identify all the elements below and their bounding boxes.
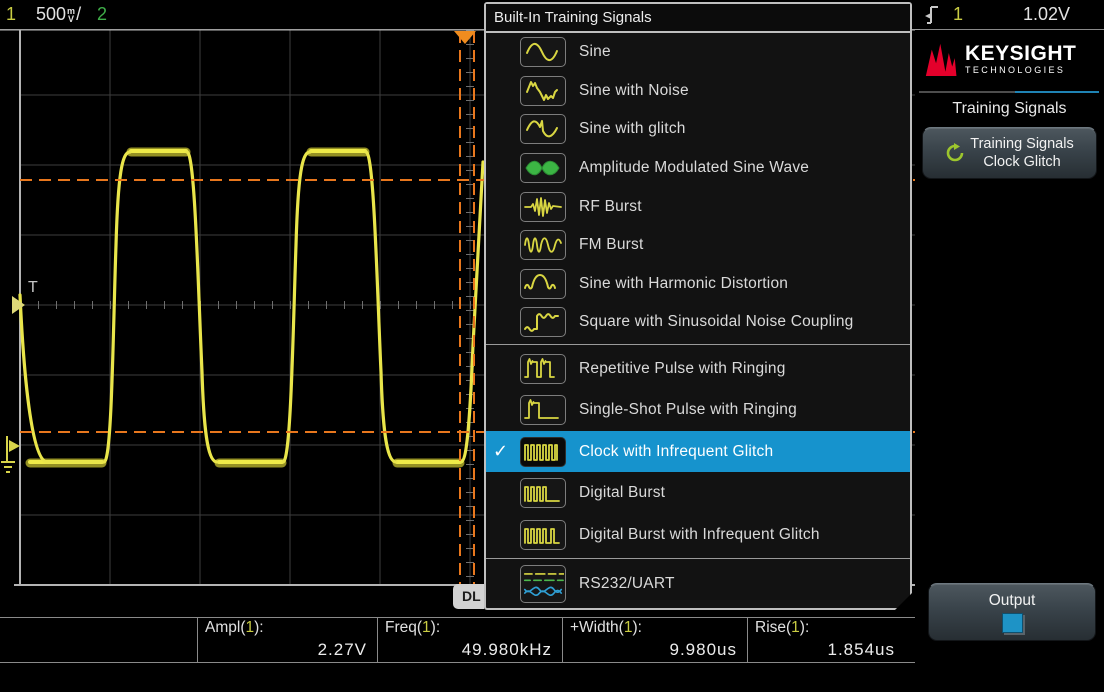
output-toggle-indicator	[1002, 613, 1023, 633]
single-shot-pulse-icon	[520, 395, 566, 425]
trigger-position-marker[interactable]	[454, 31, 476, 44]
square-sine-noise-icon	[520, 307, 566, 337]
measurement-pwidth: +Width(1): 9.980us	[562, 618, 747, 662]
menu-item-sine[interactable]: Sine	[486, 33, 910, 72]
trigger-level-marker[interactable]	[12, 296, 25, 314]
brand-name: KEYSIGHT	[965, 43, 1076, 64]
sine-harmonic-icon	[520, 269, 566, 299]
measurement-freq: Freq(1): 49.980kHz	[377, 618, 562, 662]
checkmark-icon: ✓	[493, 441, 520, 462]
rise-value: 1.854us	[828, 640, 896, 660]
menu-item-sine-with-glitch[interactable]: Sine with glitch	[486, 110, 910, 149]
digital-burst-glitch-icon	[520, 520, 566, 550]
measurement-ampl: Ampl(1): 2.27V	[197, 618, 377, 662]
menu-item-single-shot-pulse-ringing[interactable]: Single-Shot Pulse with Ringing	[486, 389, 910, 431]
training-signals-menu: Built-In Training Signals Sine Sine with…	[484, 2, 912, 610]
repetitive-pulse-icon	[520, 354, 566, 384]
waveform-trace	[20, 151, 483, 463]
oscilloscope-screen: 1 500 mV / 2 1 1.02V	[0, 0, 1104, 692]
trigger-level: 1.02V	[985, 4, 1070, 25]
ground-reference-marker	[1, 436, 20, 472]
pwidth-value: 9.980us	[670, 640, 738, 660]
digital-burst-icon	[520, 478, 566, 508]
brand-subtitle: TECHNOLOGIES	[965, 65, 1076, 76]
clock-glitch-icon	[520, 437, 566, 467]
fm-burst-icon	[520, 230, 566, 260]
softkey-sidebar: KEYSIGHT TECHNOLOGIES Training Signals T…	[915, 30, 1104, 692]
sidebar-divider	[919, 91, 1099, 93]
menu-item-digital-burst-glitch[interactable]: Digital Burst with Infrequent Glitch	[486, 514, 910, 556]
rs232-uart-icon	[520, 565, 566, 603]
sine-noise-icon	[520, 76, 566, 106]
output-label: Output	[989, 592, 1036, 610]
trigger-source: 1	[953, 4, 963, 25]
sine-glitch-icon	[520, 114, 566, 144]
menu-item-sine-harmonic-distortion[interactable]: Sine with Harmonic Distortion	[486, 265, 910, 304]
keysight-logo: KEYSIGHT TECHNOLOGIES	[925, 38, 1076, 80]
menu-title: Built-In Training Signals	[486, 4, 910, 33]
measurement-bar: Ampl(1): 2.27V Freq(1): 49.980kHz +Width…	[0, 617, 916, 663]
menu-item-fm-burst[interactable]: FM Burst	[486, 226, 910, 265]
keysight-spark-icon	[925, 38, 959, 80]
menu-item-rf-burst[interactable]: RF Burst	[486, 187, 910, 226]
edge-trigger-icon	[924, 3, 940, 27]
softkey-line1: Training Signals	[970, 135, 1073, 153]
softkey-line2: Clock Glitch	[983, 153, 1060, 171]
trigger-time-label: T	[28, 279, 38, 296]
freq-value: 49.980kHz	[462, 640, 552, 660]
rf-burst-icon	[520, 192, 566, 222]
am-sine-icon	[520, 153, 566, 183]
training-signals-softkey[interactable]: Training Signals Clock Glitch	[922, 127, 1097, 179]
menu-item-digital-burst[interactable]: Digital Burst	[486, 472, 910, 514]
menu-item-square-sinusoidal-noise[interactable]: Square with Sinusoidal Noise Coupling	[486, 303, 910, 342]
menu-item-repetitive-pulse-ringing[interactable]: Repetitive Pulse with Ringing	[486, 348, 910, 390]
output-softkey[interactable]: Output	[928, 583, 1096, 641]
ampl-value: 2.27V	[318, 640, 367, 660]
sine-icon	[520, 37, 566, 67]
measurement-rise: Rise(1): 1.854us	[747, 618, 905, 662]
menu-item-am-sine-wave[interactable]: Amplitude Modulated Sine Wave	[486, 149, 910, 188]
menu-item-rs232-uart[interactable]: RS232/UART	[486, 561, 910, 607]
menu-item-clock-infrequent-glitch[interactable]: ✓ Clock with Infrequent Glitch	[486, 431, 910, 473]
cycle-arrow-icon	[945, 143, 965, 163]
menu-item-sine-with-noise[interactable]: Sine with Noise	[486, 72, 910, 111]
menu-section-label: Training Signals	[915, 100, 1104, 118]
